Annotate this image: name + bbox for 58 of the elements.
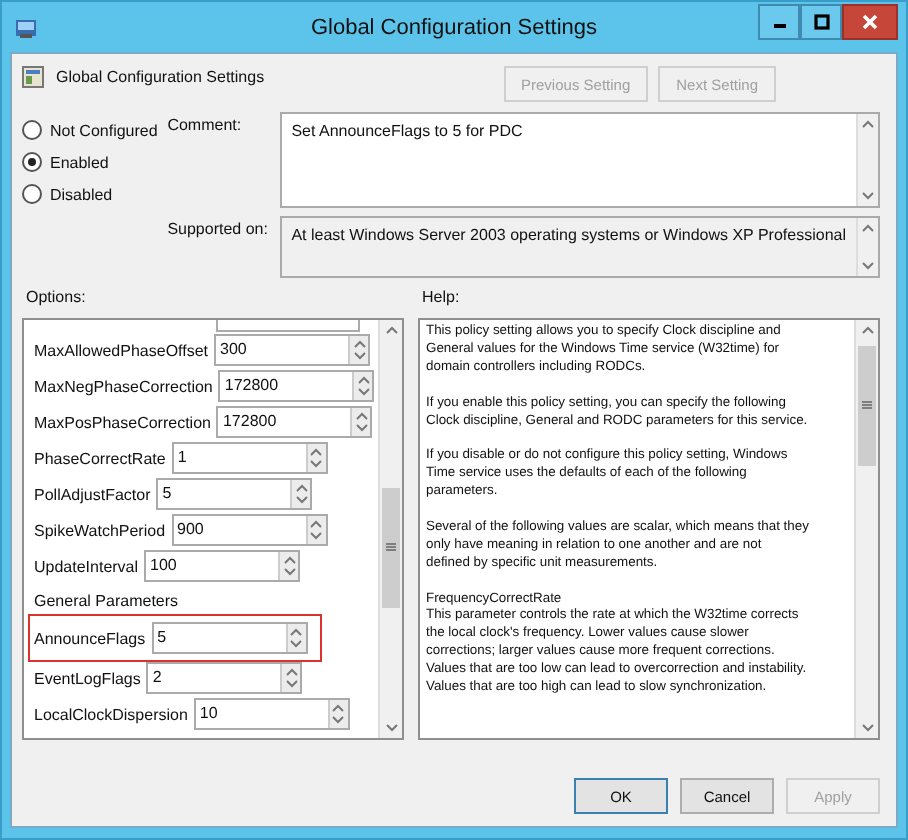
spin-arrows-icon[interactable] [280,664,301,692]
radio-button[interactable]: Disabled [22,184,168,204]
spin-arrows-icon[interactable] [305,444,326,472]
options-label: Options: [24,288,88,306]
spin-field[interactable]: 2 [146,662,303,694]
group-heading: General Parameters [32,590,181,614]
comment-label: Comment: [167,114,244,138]
option-label: AnnounceFlags [34,629,146,647]
help-label: Help: [420,288,462,306]
minimize-button[interactable] [758,4,800,40]
spin-arrows-icon[interactable] [352,372,373,400]
close-button[interactable] [842,4,898,40]
app-icon [14,15,38,39]
radio-circle[interactable] [22,152,42,172]
spin-field[interactable]: 300 [214,334,371,366]
comment-field[interactable]: Set AnnounceFlags to 5 for PDC [279,112,880,208]
spin-field[interactable]: 900 [171,514,328,546]
spin-arrows-icon[interactable] [290,480,311,508]
radio-button[interactable]: Enabled [22,152,168,172]
spin-field[interactable]: 5 [151,622,308,654]
spin-field[interactable]: 10 [193,698,350,730]
radio-circle[interactable] [22,120,42,140]
close-icon [862,14,878,30]
spin-arrows-icon[interactable] [278,552,299,580]
option-label: MaxNegPhaseCorrection [34,377,213,395]
option-label: MaxPosPhaseCorrection [34,413,211,431]
supported-on-field: At least Windows Server 2003 operating systems or Windows XP Professional [279,216,880,278]
maximize-button[interactable] [800,4,842,40]
radio-circle[interactable] [22,184,42,204]
spin-arrows-icon[interactable] [305,516,326,544]
radio-button[interactable]: Not Configured [22,120,168,140]
spin-arrows-icon[interactable] [348,336,369,364]
spin-field[interactable]: 5 [156,478,313,510]
radio-label: Disabled [50,185,113,203]
option-label: UpdateInterval [34,557,139,575]
radio-label: Enabled [50,153,109,171]
maximize-icon [813,14,829,30]
window-title: Global Configuration Settings [310,15,598,39]
radio-label: Not Configured [50,121,158,139]
option-label: MaxAllowedPhaseOffset [34,341,209,359]
supported-on-label: Supported on: [167,218,270,242]
option-label: EventLogFlags [34,669,141,687]
option-label: PhaseCorrectRate [34,449,166,467]
setting-title: Global Configuration Settings [56,68,265,86]
spin-arrows-icon[interactable] [285,624,306,652]
spin-field[interactable]: 100 [144,550,301,582]
spin-arrows-icon[interactable] [350,408,371,436]
scrollbar-drawing [856,218,878,276]
spin-field[interactable]: 172800 [218,370,375,402]
spin-field[interactable]: 1 [171,442,328,474]
option-label: LocalClockDispersion [34,705,188,723]
option-label: SpikeWatchPeriod [34,521,166,539]
scrollbar-drawing [856,114,878,206]
option-label: PollAdjustFactor [34,485,151,503]
option-field[interactable] [216,320,360,332]
spin-arrows-icon[interactable] [327,700,348,728]
spin-field[interactable]: 172800 [216,406,373,438]
settings-page-icon [22,66,44,88]
